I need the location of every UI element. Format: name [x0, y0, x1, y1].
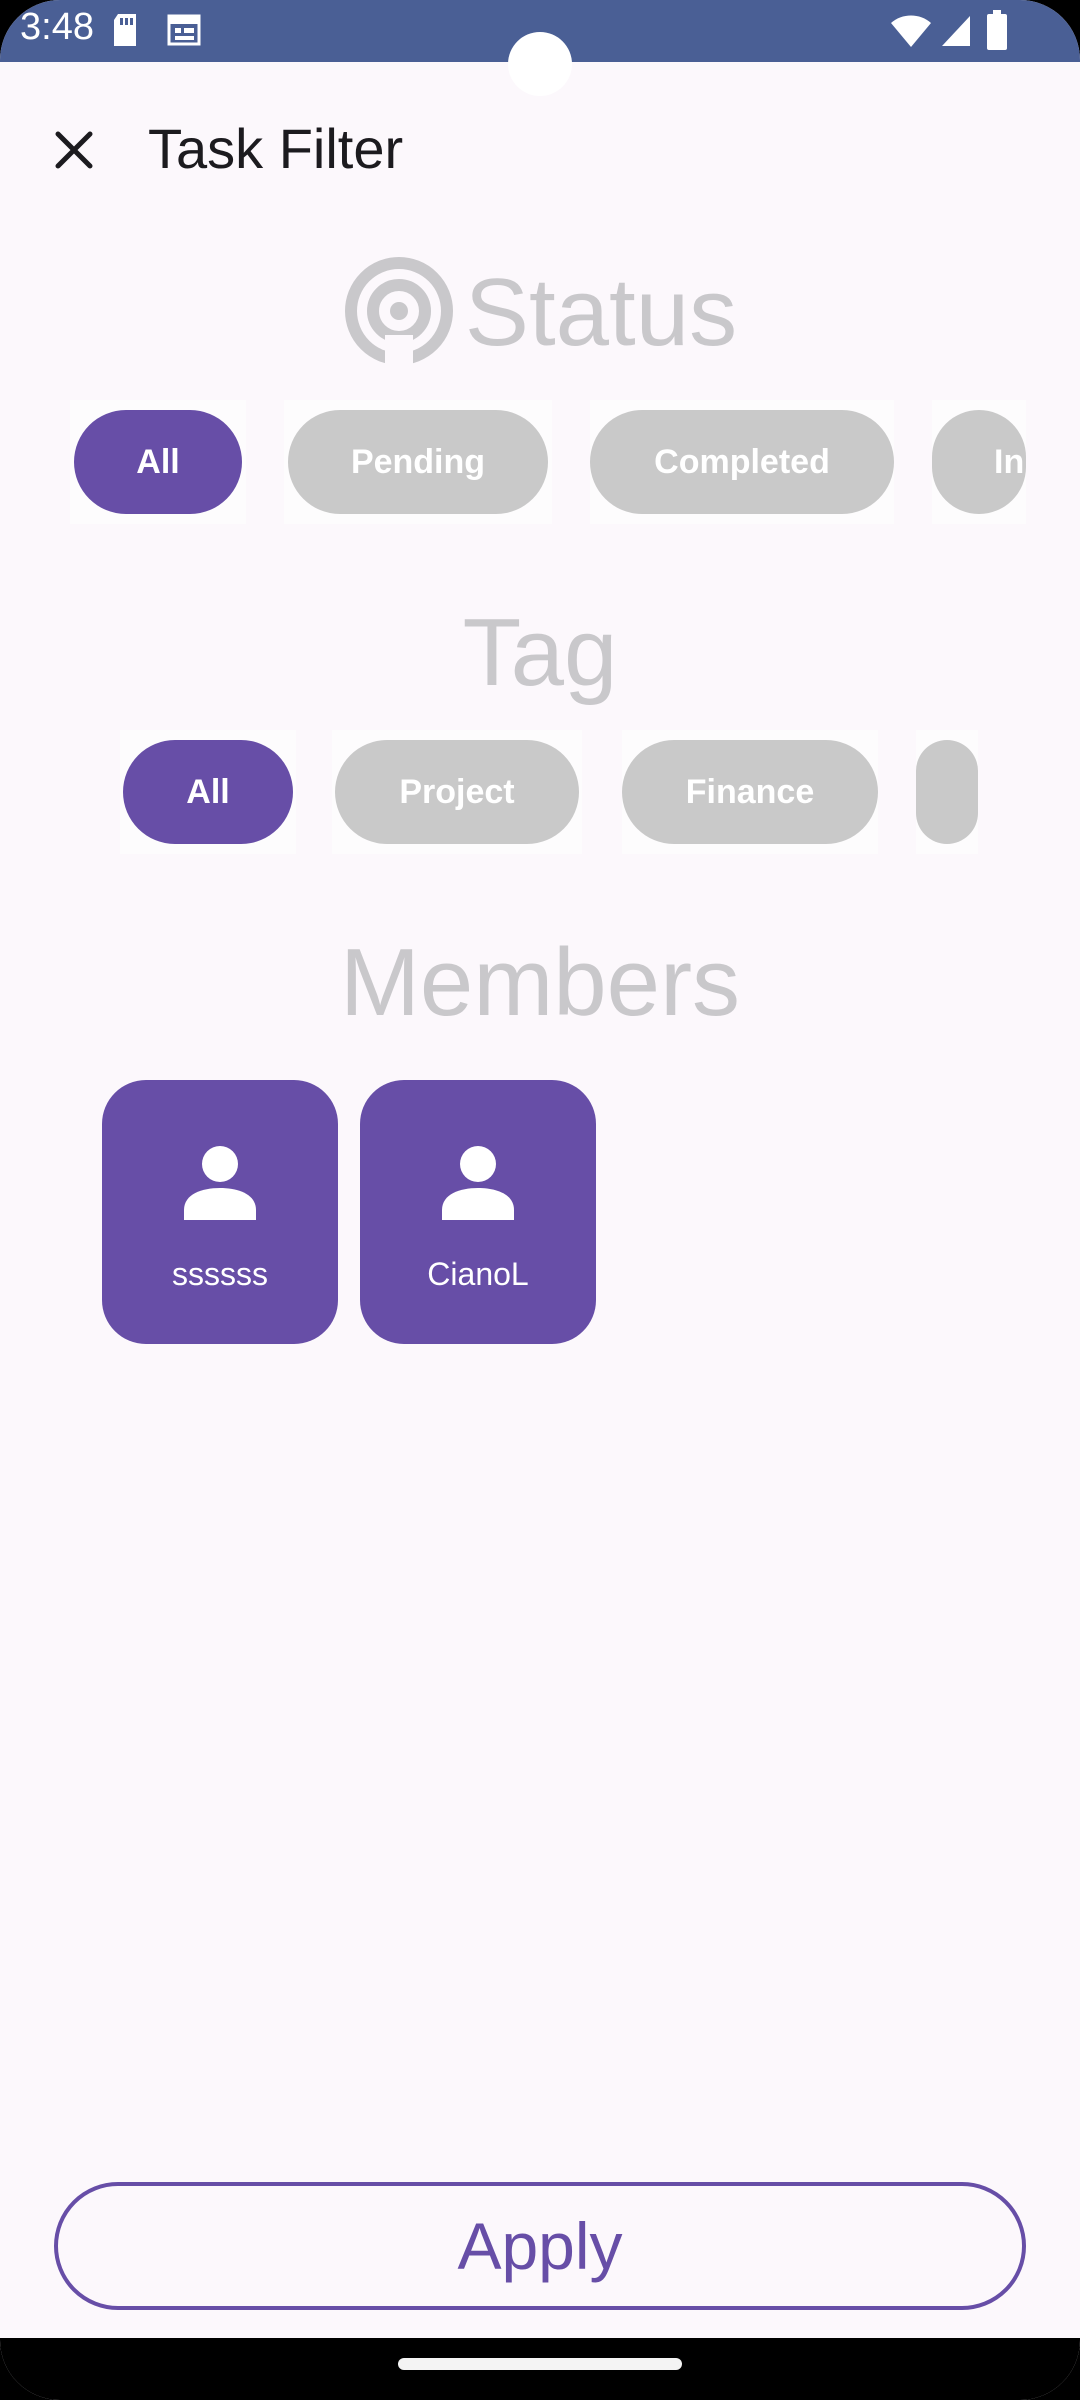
calendar-icon — [166, 12, 202, 53]
status-chip-completed[interactable]: Completed — [590, 410, 894, 514]
tag-chip-finance[interactable]: Finance — [622, 740, 878, 844]
close-button[interactable] — [44, 120, 104, 180]
tag-chip-row: All Project Finance — [120, 730, 978, 854]
member-name: ssssss — [172, 1256, 268, 1292]
person-icon — [182, 1144, 258, 1225]
tag-chip-cell: All — [120, 730, 296, 854]
tag-chip-cell: Project — [332, 730, 582, 854]
close-icon — [55, 131, 93, 169]
battery-icon — [986, 10, 1008, 55]
status-chip-in-progress[interactable]: In — [932, 410, 1026, 514]
status-chip-pending[interactable]: Pending — [288, 410, 548, 514]
status-section-title: Status — [464, 259, 738, 366]
status-chip-cell: All — [70, 400, 246, 524]
sd-card-icon — [110, 12, 140, 53]
camera-cutout — [508, 32, 572, 96]
tag-chip-all[interactable]: All — [123, 740, 293, 844]
member-card[interactable]: ssssss — [102, 1080, 338, 1344]
status-chip-cell: Completed — [590, 400, 894, 524]
page-title: Task Filter — [148, 117, 404, 180]
apply-button[interactable]: Apply — [54, 2182, 1026, 2310]
top-app-bar: Task Filter — [0, 100, 1080, 200]
tag-chip-cell — [916, 730, 978, 854]
status-chip-all[interactable]: All — [74, 410, 242, 514]
status-time: 3:48 — [20, 6, 94, 48]
tag-chip-cell: Finance — [622, 730, 878, 854]
status-chip-cell: Pending — [284, 400, 552, 524]
members-section-title: Members — [339, 929, 741, 1036]
tag-section-title: Tag — [462, 599, 618, 706]
member-card[interactable]: CianoL — [360, 1080, 596, 1344]
navigation-bar — [0, 2338, 1080, 2400]
status-chip-row: All Pending Completed In — [70, 400, 1026, 524]
person-icon — [440, 1144, 516, 1225]
wifi-icon — [890, 14, 932, 53]
tag-chip-more[interactable] — [916, 740, 978, 844]
home-gesture-handle[interactable] — [398, 2358, 682, 2370]
status-chip-cell: In — [932, 400, 1026, 524]
tag-chip-project[interactable]: Project — [335, 740, 579, 844]
broadcast-icon — [343, 255, 455, 372]
signal-icon — [940, 14, 972, 53]
member-name: CianoL — [427, 1256, 529, 1292]
status-section-header: Status — [0, 256, 1080, 368]
screen: 3:48 Task Filter Status All Pending Comp… — [0, 0, 1080, 2400]
